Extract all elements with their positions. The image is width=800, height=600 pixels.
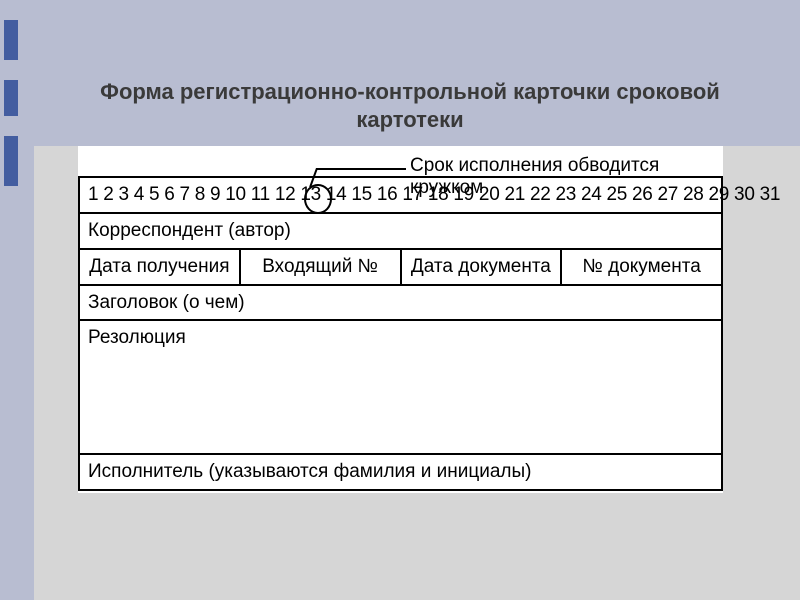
- field-correspondent: Корреспондент (автор): [79, 213, 722, 249]
- registration-card: Срок исполнения обводится кружком 1 2 3 …: [78, 146, 723, 493]
- field-doc-no: № документа: [561, 249, 722, 285]
- decorative-side-bars: [4, 20, 18, 206]
- field-resolution: Резолюция: [79, 320, 722, 454]
- field-incoming-no: Входящий №: [240, 249, 401, 285]
- field-doc-date: Дата документа: [401, 249, 562, 285]
- field-subject: Заголовок (о чем): [79, 285, 722, 321]
- slide-title: Форма регистрационно-контрольной карточк…: [60, 78, 760, 133]
- card-table: 1 2 3 4 5 6 7 8 9 10 11 12 13 14 15 16 1…: [78, 176, 723, 491]
- annotation: Срок исполнения обводится кружком: [78, 146, 723, 176]
- field-executor: Исполнитель (указываются фамилия и иници…: [79, 454, 722, 490]
- field-date-received: Дата получения: [79, 249, 240, 285]
- annotation-text: Срок исполнения обводится кружком: [410, 155, 723, 199]
